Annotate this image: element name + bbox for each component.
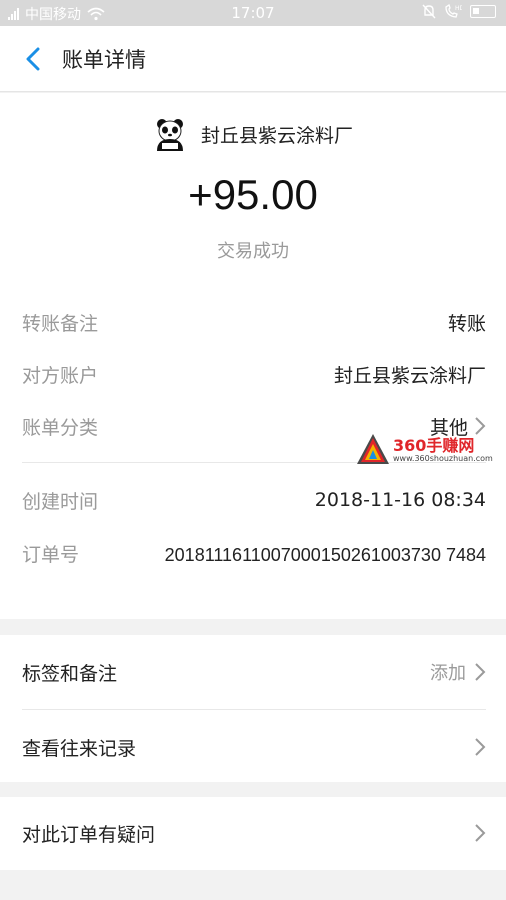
status-right: HD [422,4,496,19]
nav-bar: 账单详情 [0,26,506,92]
chevron-right-icon [475,824,486,842]
detail-row-remark: 转账备注 转账 [22,307,486,337]
svg-text:HD: HD [455,5,462,12]
detail-label: 转账备注 [22,312,99,335]
order-question-action [474,823,486,843]
merchant-header: 封丘县紫云涂料厂 [0,113,506,155]
back-button[interactable] [16,42,50,76]
detail-row-counterparty: 对方账户 封丘县紫云涂料厂 [22,359,486,389]
order-number-value: 2018111611007000150261003730 7484 [164,545,486,565]
panda-avatar-icon [156,119,183,151]
detail-row-created-time: 创建时间 2018-11-16 08:34 [22,485,486,515]
hd-call-icon: HD [445,4,462,18]
page-title: 账单详情 [62,48,146,72]
chevron-right-icon [475,738,486,756]
order-question-row[interactable]: 对此订单有疑问 [22,813,486,853]
add-label: 添加 [430,663,466,684]
tags-remarks-action[interactable]: 添加 [430,659,486,685]
bill-detail-card: 封丘县紫云涂料厂 +95.00 交易成功 转账备注 转账 对方账户 封丘县紫云涂… [0,93,506,619]
chevron-right-icon [475,663,486,681]
detail-label: 创建时间 [22,490,99,513]
transaction-status: 交易成功 [217,241,289,262]
watermark-url: www.360shouzhuan.com [393,454,493,463]
back-arrow-icon [26,47,40,71]
tags-remarks-label: 标签和备注 [22,662,118,685]
battery-icon [470,5,496,18]
amount-value: +95.00 [188,171,318,218]
order-question-label: 对此订单有疑问 [22,823,156,846]
detail-value: 2018-11-16 08:34 [314,489,486,511]
mute-icon [422,4,436,19]
detail-value: 转账 [447,312,486,335]
watermark: 360手赚网 www.360shouzhuan.com [355,430,505,470]
merchant-name: 封丘县紫云涂料厂 [200,124,353,147]
detail-label: 对方账户 [22,364,99,387]
history-label: 查看往来记录 [22,737,137,760]
watermark-logo-icon [357,434,389,464]
divider [22,709,486,710]
tags-remarks-row[interactable]: 标签和备注 添加 [22,652,486,692]
detail-value: 封丘县紫云涂料厂 [333,364,486,387]
history-row[interactable]: 查看往来记录 [22,727,486,767]
watermark-title: 360手赚网 [393,436,475,455]
history-action [474,737,486,757]
detail-label: 订单号 [22,544,80,566]
actions-section: 标签和备注 添加 查看往来记录 [0,635,506,782]
detail-label: 账单分类 [22,416,99,439]
status-bar: 中国移动 17:07 HD [0,0,506,26]
question-section: 对此订单有疑问 [0,797,506,870]
